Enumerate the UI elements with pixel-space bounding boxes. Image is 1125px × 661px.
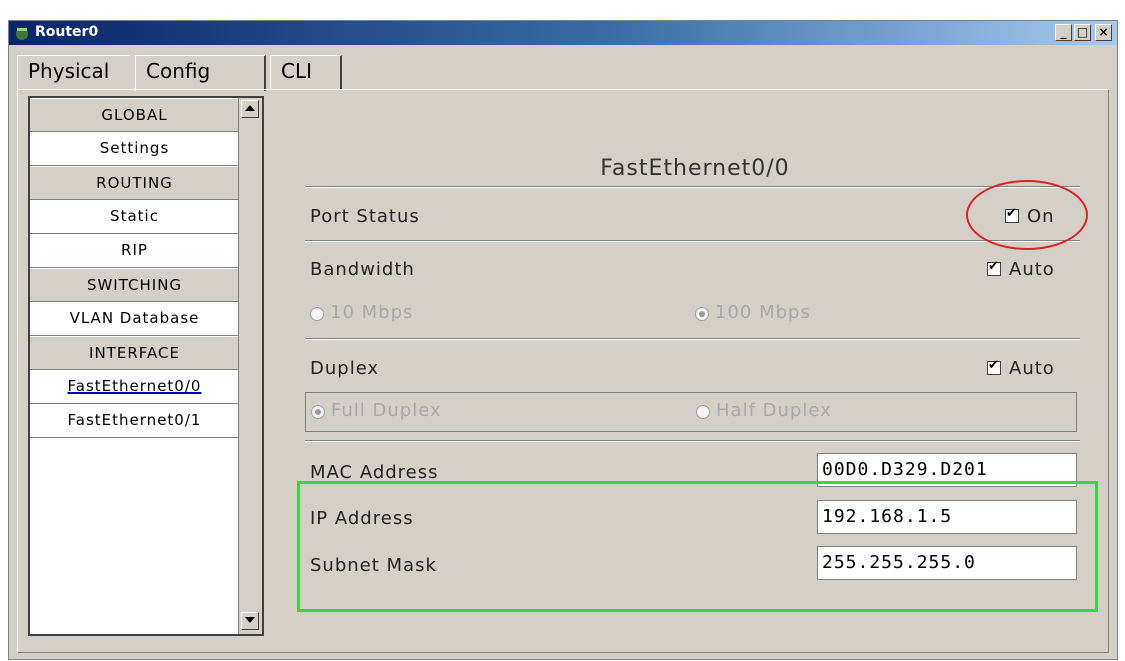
- radio-half-duplex[interactable]: [696, 405, 710, 419]
- router-app-icon: [16, 28, 28, 40]
- green-highlight-box: [297, 481, 1098, 612]
- tab-physical[interactable]: Physical: [17, 55, 130, 89]
- config-sidebar: GLOBAL Settings ROUTING Static RIP SWITCHING V…: [28, 96, 264, 636]
- port-status-label: Port Status: [310, 206, 420, 227]
- sidebar-section-header: SWITCHING: [30, 268, 239, 302]
- radio-half-duplex-label: Half Duplex: [716, 400, 832, 421]
- maximize-button[interactable]: □: [1074, 24, 1091, 41]
- sidebar-section-header: INTERFACE: [30, 336, 239, 370]
- bandwidth-auto-checkbox[interactable]: [987, 259, 1001, 276]
- tab-cli[interactable]: CLI: [270, 55, 342, 89]
- sidebar-section-header: ROUTING: [30, 166, 239, 200]
- sidebar-item[interactable]: FastEthernet0/0: [30, 370, 239, 404]
- radio-full-duplex[interactable]: [311, 405, 325, 419]
- title-bar[interactable]: Router0 _ □ ×: [9, 21, 1117, 45]
- divider: [305, 186, 1080, 188]
- sidebar-item[interactable]: FastEthernet0/1: [30, 404, 239, 438]
- divider: [305, 440, 1080, 442]
- sidebar-item[interactable]: VLAN Database: [30, 302, 239, 336]
- close-button[interactable]: ×: [1095, 24, 1112, 41]
- radio-100mbps-label: 100 Mbps: [715, 302, 811, 323]
- radio-10mbps[interactable]: [310, 307, 324, 321]
- radio-100mbps[interactable]: [695, 307, 709, 321]
- scroll-down-button[interactable]: [241, 612, 259, 630]
- duplex-auto-label: Auto: [1009, 358, 1055, 379]
- arrow-down-icon: [245, 617, 255, 623]
- divider: [305, 338, 1080, 340]
- sidebar-list: GLOBAL Settings ROUTING Static RIP SWITCHING V…: [30, 98, 239, 438]
- bandwidth-label: Bandwidth: [310, 259, 415, 280]
- divider: [305, 240, 1080, 242]
- duplex-auto-checkbox[interactable]: [987, 358, 1001, 375]
- window-title: Router0: [35, 24, 99, 40]
- interface-title: FastEthernet0/0: [600, 156, 790, 181]
- sidebar-item[interactable]: Static: [30, 200, 239, 234]
- arrow-up-icon: [245, 105, 255, 111]
- sidebar-section-header: GLOBAL: [30, 98, 239, 132]
- duplex-label: Duplex: [310, 358, 380, 379]
- bandwidth-auto-label: Auto: [1009, 259, 1055, 280]
- radio-full-duplex-label: Full Duplex: [331, 400, 442, 421]
- scroll-up-button[interactable]: [241, 100, 259, 118]
- radio-10mbps-label: 10 Mbps: [330, 302, 414, 323]
- tab-config[interactable]: Config: [135, 55, 266, 91]
- mac-address-label: MAC Address: [310, 462, 439, 483]
- sidebar-item[interactable]: RIP: [30, 234, 239, 268]
- minimize-button[interactable]: _: [1055, 24, 1072, 41]
- red-highlight-circle: [966, 180, 1088, 250]
- sidebar-scrollbar[interactable]: [238, 98, 262, 634]
- duplex-options-box: Full Duplex Half Duplex: [305, 392, 1077, 432]
- sidebar-item[interactable]: Settings: [30, 132, 239, 166]
